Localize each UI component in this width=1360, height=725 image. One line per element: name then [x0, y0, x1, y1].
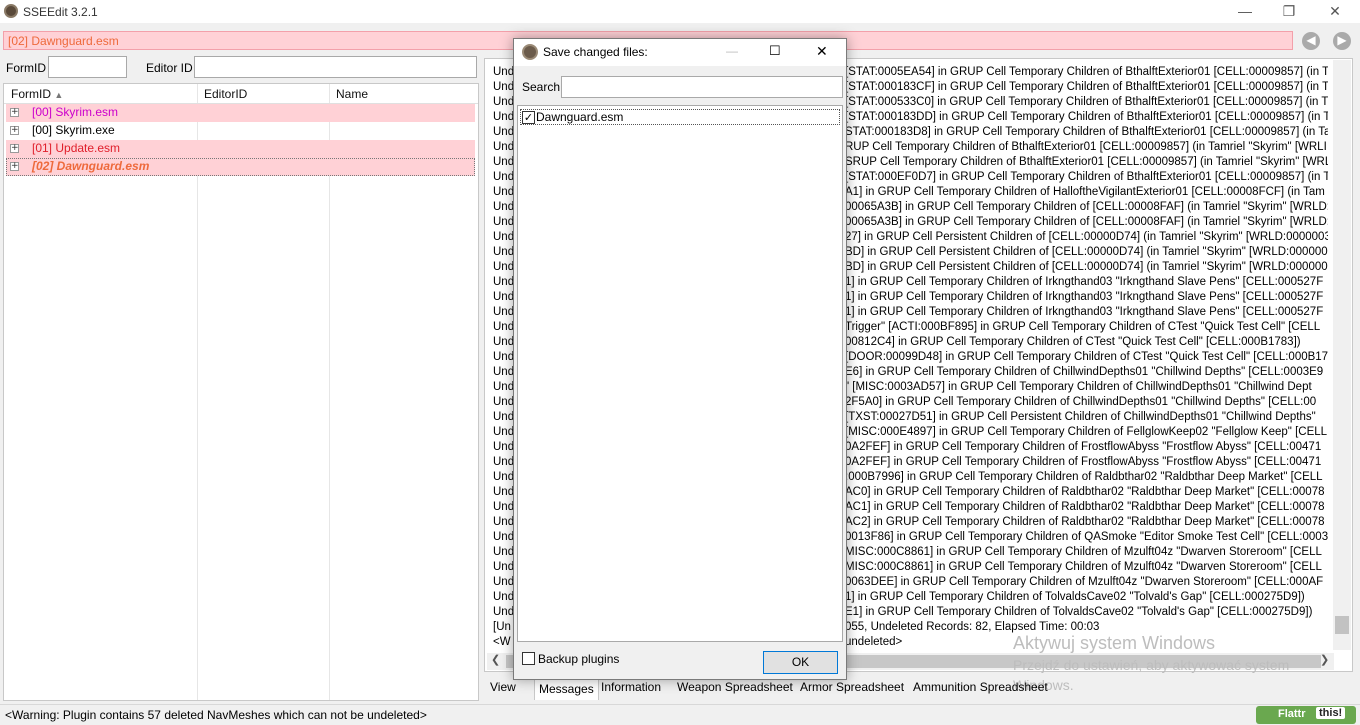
log-line: [STAT:000EF0D7] in GRUP Cell Temporary C… [845, 171, 1328, 183]
column-divider [197, 84, 198, 700]
log-line: MISC:000C8861] in GRUP Cell Temporary Ch… [845, 546, 1322, 558]
expand-icon[interactable]: + [10, 162, 19, 171]
dialog-app-icon [522, 44, 538, 60]
column-header-formid[interactable]: FormID ▲ [11, 84, 63, 104]
expand-icon[interactable]: + [10, 108, 19, 117]
tab-messages[interactable]: Messages [534, 679, 599, 700]
dialog-maximize-button[interactable]: ☐ [769, 43, 781, 59]
log-line: STAT:000183D8] in GRUP Cell Temporary Ch… [845, 126, 1328, 138]
tree-node-skyrim-esm[interactable]: + [00] Skyrim.esm [6, 104, 475, 122]
log-line: 00065A3B] in GRUP Cell Temporary Childre… [845, 216, 1328, 228]
app-icon [4, 4, 18, 18]
maximize-button[interactable]: ❐ [1266, 0, 1312, 23]
log-line: [STAT:000183DD] in GRUP Cell Temporary C… [845, 111, 1328, 123]
log-line: 1] in GRUP Cell Temporary Children of Ir… [845, 291, 1324, 303]
tab-view[interactable]: View [486, 678, 520, 698]
dialog-title: Save changed files: [543, 45, 648, 59]
log-vertical-scrollbar[interactable] [1333, 60, 1351, 650]
tab-armor-spreadsheet[interactable]: Armor Spreadsheet [796, 678, 908, 698]
file-list-item[interactable]: ✓ Dawnguard.esm [520, 109, 840, 125]
log-line: 2F5A0] in GRUP Cell Temporary Children o… [845, 396, 1317, 408]
sort-ascending-icon: ▲ [54, 90, 64, 100]
log-line: 00812C4] in GRUP Cell Temporary Children… [845, 336, 1301, 348]
backup-plugins-label[interactable]: Backup plugins [538, 652, 619, 666]
back-arrow-icon[interactable]: ◀ [1302, 32, 1320, 50]
log-line: E6] in GRUP Cell Temporary Children of C… [845, 366, 1324, 378]
log-line: AC2] in GRUP Cell Temporary Children of … [845, 516, 1325, 528]
tree-node-update-esm[interactable]: + [01] Update.esm [6, 140, 475, 158]
log-line: " [MISC:0003AD57] in GRUP Cell Temporary… [845, 381, 1312, 393]
tree-node-skyrim-exe[interactable]: + [00] Skyrim.exe [6, 122, 475, 140]
search-input[interactable] [561, 76, 843, 98]
tab-ammunition-spreadsheet[interactable]: Ammunition Spreadsheet [909, 678, 1052, 698]
selected-plugin-label: [02] Dawnguard.esm [8, 34, 119, 48]
log-line: 0063DEE] in GRUP Cell Temporary Children… [845, 576, 1324, 588]
search-label: Search [522, 80, 561, 94]
file-name: Dawnguard.esm [536, 110, 624, 124]
ok-button[interactable]: OK [763, 651, 838, 674]
log-line: [STAT:0005EA54] in GRUP Cell Temporary C… [845, 66, 1328, 78]
log-line: BD] in GRUP Cell Persistent Children of … [845, 261, 1328, 273]
log-line: Trigger" [ACTI:000BF895] in GRUP Cell Te… [845, 321, 1321, 333]
log-line: 1] in GRUP Cell Temporary Children of To… [845, 591, 1305, 603]
flattr-label: Flattr [1278, 708, 1306, 720]
log-line: [DOOR:00099D48] in GRUP Cell Temporary C… [845, 351, 1328, 363]
flattr-button[interactable]: Flattr this! [1256, 706, 1356, 724]
log-line: 00065A3B] in GRUP Cell Temporary Childre… [845, 201, 1328, 213]
dialog-minimize-button[interactable]: — [726, 44, 738, 58]
log-line: BD] in GRUP Cell Persistent Children of … [845, 246, 1328, 258]
editorid-label: Editor ID [146, 61, 193, 75]
title-bar [0, 0, 1360, 23]
window-title: SSEEdit 3.2.1 [23, 5, 98, 19]
tab-weapon-spreadsheet[interactable]: Weapon Spreadsheet [673, 678, 797, 698]
log-line: MISC:000C8861] in GRUP Cell Temporary Ch… [845, 561, 1322, 573]
column-header-name[interactable]: Name [336, 84, 368, 104]
status-message: <Warning: Plugin contains 57 deleted Nav… [5, 708, 427, 722]
log-line: AC1] in GRUP Cell Temporary Children of … [845, 501, 1325, 513]
column-divider [329, 84, 330, 700]
log-scroll-thumb[interactable] [1335, 616, 1349, 634]
scroll-right-icon[interactable]: ❯ [1320, 653, 1329, 666]
log-line: [MISC:000E4897] in GRUP Cell Temporary C… [845, 426, 1328, 438]
log-line: A1] in GRUP Cell Temporary Children of H… [845, 186, 1325, 198]
tab-information[interactable]: Information [597, 678, 665, 698]
changed-files-list[interactable] [517, 105, 843, 642]
log-line: RUP Cell Temporary Children of BthalftEx… [845, 141, 1327, 153]
log-line: AC0] in GRUP Cell Temporary Children of … [845, 486, 1325, 498]
log-line: 0013F86] in GRUP Cell Temporary Children… [845, 531, 1328, 543]
flattr-this-label: this! [1316, 707, 1346, 719]
column-header-editorid[interactable]: EditorID [204, 84, 247, 104]
tree-node-dawnguard-esm[interactable]: + [02] Dawnguard.esm [6, 158, 475, 176]
editorid-input[interactable] [194, 56, 477, 78]
formid-input[interactable] [48, 56, 127, 78]
log-line: SRUP Cell Temporary Children of BthalftE… [845, 156, 1328, 168]
activation-watermark: Aktywuj system Windows [1013, 633, 1216, 653]
activation-watermark-sub: Przejdź do ustawień, aby aktywować syste… [1013, 657, 1290, 673]
scroll-left-icon[interactable]: ❮ [491, 653, 500, 666]
file-checkbox[interactable]: ✓ [522, 111, 535, 124]
log-line: 1] in GRUP Cell Temporary Children of Ir… [845, 306, 1324, 318]
log-line: E1] in GRUP Cell Temporary Children of T… [845, 606, 1313, 618]
log-line: [TXST:00027D51] in GRUP Cell Persistent … [845, 411, 1316, 423]
forward-arrow-icon[interactable]: ▶ [1333, 32, 1351, 50]
formid-label: FormID [6, 61, 46, 75]
log-line: 0A2FEF] in GRUP Cell Temporary Children … [845, 441, 1322, 453]
minimize-button[interactable]: — [1222, 0, 1268, 23]
log-line: [STAT:000183CF] in GRUP Cell Temporary C… [845, 81, 1328, 93]
log-line: 27] in GRUP Cell Persistent Children of … [845, 231, 1328, 243]
close-button[interactable]: ✕ [1312, 0, 1358, 23]
log-line: :000B7996] in GRUP Cell Temporary Childr… [845, 471, 1323, 483]
log-line: 1] in GRUP Cell Temporary Children of Ir… [845, 276, 1324, 288]
backup-plugins-checkbox[interactable] [522, 652, 535, 665]
log-line: 0A2FEF] in GRUP Cell Temporary Children … [845, 456, 1322, 468]
log-line: [STAT:000533C0] in GRUP Cell Temporary C… [845, 96, 1328, 108]
expand-icon[interactable]: + [10, 144, 19, 153]
dialog-close-button[interactable]: ✕ [816, 43, 828, 60]
expand-icon[interactable]: + [10, 126, 19, 135]
